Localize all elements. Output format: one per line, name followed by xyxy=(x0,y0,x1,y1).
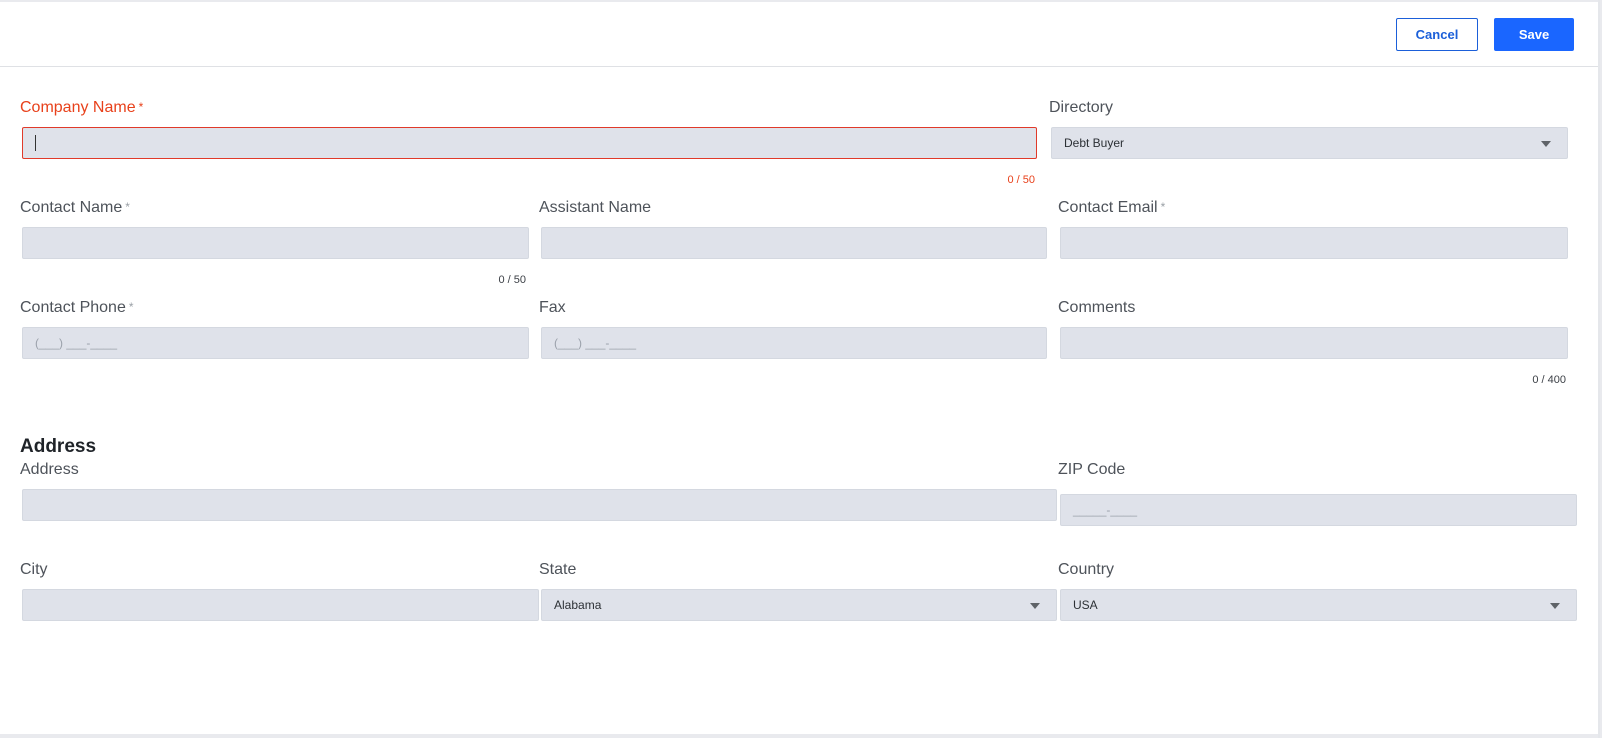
country-label: Country xyxy=(1058,561,1115,578)
state-label: State xyxy=(539,561,577,578)
vertical-scrollbar[interactable] xyxy=(1598,0,1600,738)
zip-code-input[interactable]: _____-____ xyxy=(1060,494,1577,526)
address-input[interactable] xyxy=(22,489,1057,521)
address-label: Address xyxy=(20,461,79,478)
comments-label: Comments xyxy=(1058,299,1136,316)
directory-select[interactable]: Debt Buyer xyxy=(1051,127,1568,159)
fax-input[interactable]: (___) ___-____ xyxy=(541,327,1047,359)
required-marker: * xyxy=(125,200,130,214)
contact-phone-input[interactable]: (___) ___-____ xyxy=(22,327,529,359)
assistant-name-label: Assistant Name xyxy=(539,199,652,216)
contact-name-counter: 0 / 50 xyxy=(498,274,526,286)
comments-counter: 0 / 400 xyxy=(1532,374,1566,386)
save-button[interactable]: Save xyxy=(1494,18,1574,51)
country-select[interactable]: USA xyxy=(1060,589,1577,621)
comments-input[interactable] xyxy=(1060,327,1568,359)
country-selected-value: USA xyxy=(1073,598,1098,612)
cancel-button[interactable]: Cancel xyxy=(1396,18,1478,51)
directory-label: Directory xyxy=(1049,99,1114,116)
chevron-down-icon xyxy=(1541,141,1551,147)
state-select[interactable]: Alabama xyxy=(541,589,1057,621)
contact-email-label-text: Contact Email xyxy=(1058,199,1158,216)
required-marker: * xyxy=(128,300,134,314)
company-name-input[interactable] xyxy=(22,127,1037,159)
zip-code-label: ZIP Code xyxy=(1058,461,1126,478)
required-marker: * xyxy=(1160,200,1166,214)
assistant-name-input[interactable] xyxy=(541,227,1047,259)
city-input[interactable] xyxy=(22,589,539,621)
contact-phone-label: Contact Phone * xyxy=(20,299,134,317)
top-toolbar: Cancel Save xyxy=(0,2,1600,67)
contact-name-label-text: Contact Name xyxy=(20,199,123,216)
fax-label: Fax xyxy=(539,299,566,316)
chevron-down-icon xyxy=(1550,603,1560,609)
zip-code-placeholder: _____-____ xyxy=(1073,503,1138,517)
company-name-counter: 0 / 50 xyxy=(1007,174,1035,186)
required-marker: * xyxy=(138,100,144,114)
fax-placeholder: (___) ___-____ xyxy=(554,336,637,350)
company-name-label-text: Company Name xyxy=(20,99,136,116)
company-name-label: Company Name * xyxy=(20,99,143,117)
form-page: Cancel Save Company Name * 0 / 50 Directo… xyxy=(0,2,1600,734)
contact-name-input[interactable] xyxy=(22,227,529,259)
contact-phone-placeholder: (___) ___-____ xyxy=(35,336,118,350)
text-cursor xyxy=(35,135,36,151)
contact-name-label: Contact Name * xyxy=(20,199,130,217)
contact-phone-label-text: Contact Phone xyxy=(20,299,126,316)
directory-selected-value: Debt Buyer xyxy=(1064,136,1125,150)
state-selected-value: Alabama xyxy=(554,598,602,612)
contact-email-label: Contact Email * xyxy=(1058,199,1165,217)
address-section-title: Address xyxy=(20,436,97,457)
contact-email-input[interactable] xyxy=(1060,227,1568,259)
city-label: City xyxy=(20,561,48,578)
chevron-down-icon xyxy=(1030,603,1040,609)
